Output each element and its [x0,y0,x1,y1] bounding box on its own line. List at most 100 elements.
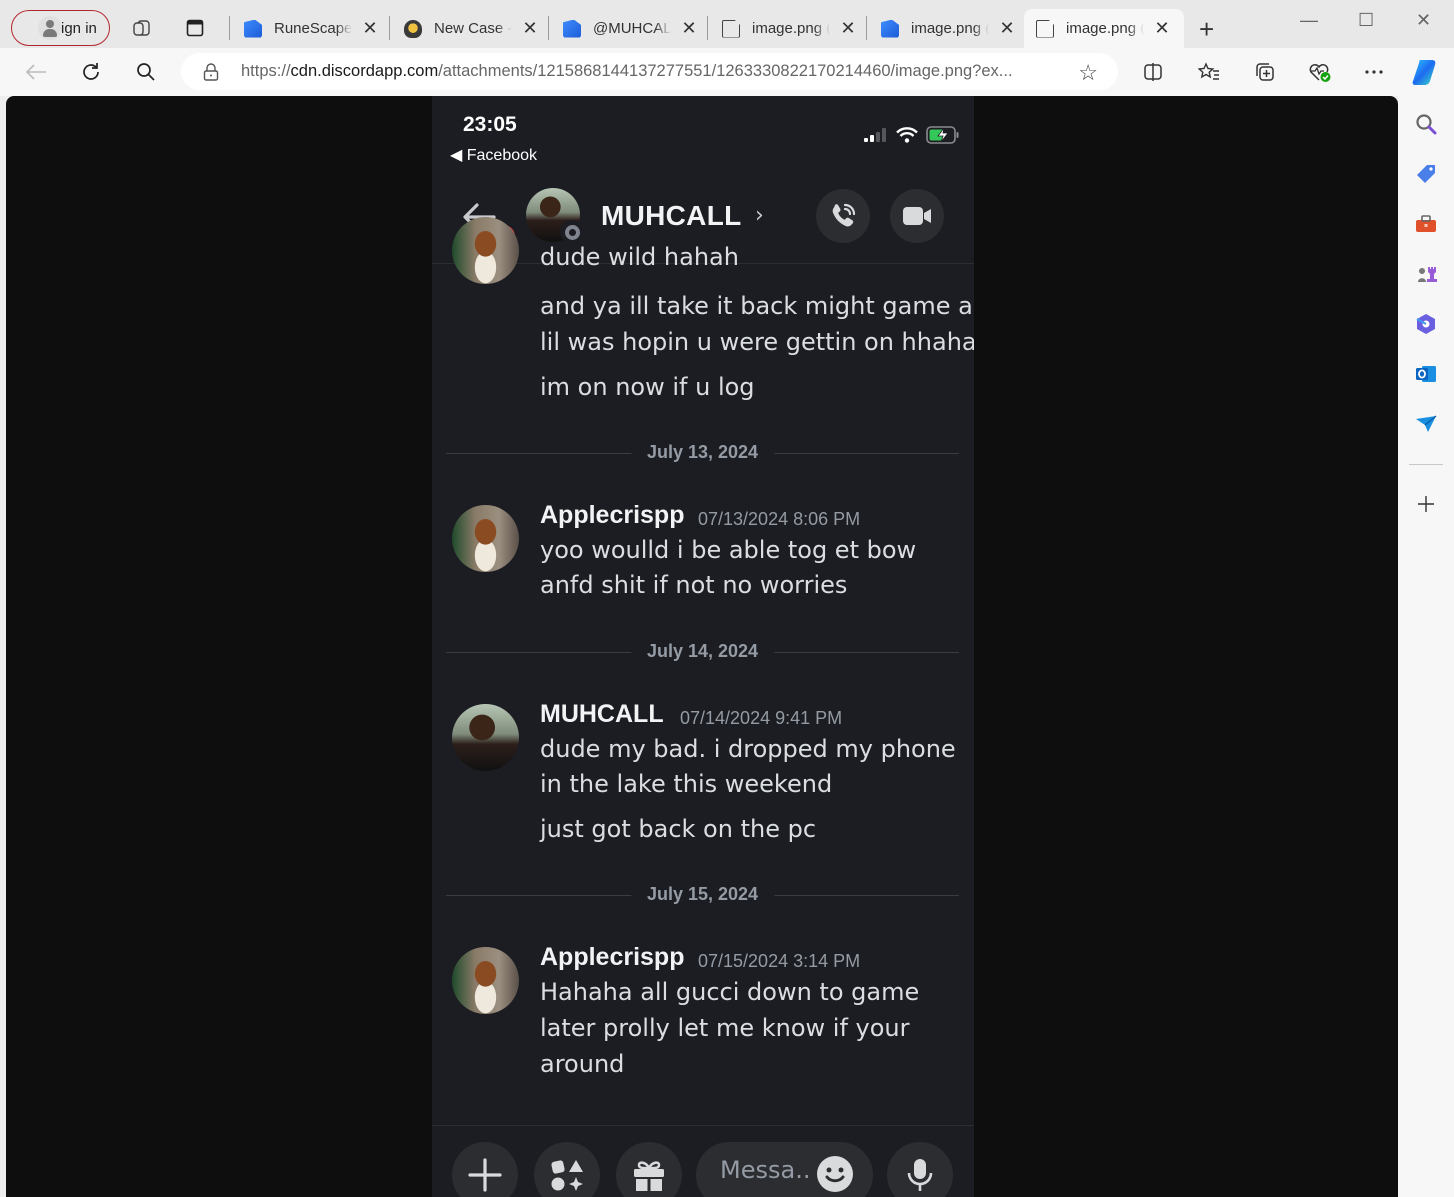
voice-message-button[interactable] [887,1142,953,1197]
close-window-button[interactable]: ✕ [1416,10,1431,31]
workspaces-icon[interactable] [131,17,153,39]
url-text[interactable]: https://cdn.discordapp.com/attachments/1… [241,62,1061,81]
message-text: Hahaha all gucci down to game [540,978,920,1006]
maximize-button[interactable]: ☐ [1358,10,1374,31]
browser-window: Sign in RuneScape ✕ New Case - ✕ @MUHCAL… [0,0,1454,1197]
send-icon[interactable] [1415,413,1437,435]
add-icon[interactable] [1415,493,1437,515]
apps-icon [551,1160,583,1191]
chevron-right-icon[interactable]: › [755,203,764,228]
avatar[interactable] [452,217,519,284]
close-tab-icon[interactable]: ✕ [1154,18,1170,39]
message-author[interactable]: MUHCALL [540,700,664,729]
sidebar-divider [1409,464,1443,465]
wifi-icon [896,127,918,143]
outlook-icon[interactable] [1415,363,1437,385]
avatar[interactable] [452,505,519,572]
battery-charging-icon [926,126,959,144]
avatar[interactable] [452,704,519,771]
lock-icon[interactable] [203,62,219,81]
split-screen-icon[interactable] [1141,60,1165,84]
message-text: im on now if u log [540,373,755,401]
message-timestamp: 07/15/2024 3:14 PM [698,951,861,971]
helmet-icon [404,19,422,38]
emoji-button[interactable] [817,1156,853,1192]
edge-sidebar [1398,96,1454,1197]
tab-title: New Case - [434,20,512,37]
microphone-icon [907,1159,933,1191]
copilot-icon[interactable] [1412,57,1442,87]
tools-icon[interactable] [1415,213,1437,235]
blue-app-icon [244,19,262,38]
message-text: later prolly let me know if your [540,1014,910,1042]
gift-icon [634,1161,664,1191]
tab-image-2[interactable]: image.png ( ✕ [869,9,1025,48]
date-divider: July 13, 2024 [446,442,959,463]
message-text: around [540,1050,625,1078]
message-text: yoo woulld i be able tog et bow [540,536,917,564]
close-tab-icon[interactable]: ✕ [522,18,538,39]
cellular-signal-icon [864,128,886,142]
tab-image-active[interactable]: image.png ( ✕ [1024,9,1184,48]
date-label: July 13, 2024 [630,442,775,463]
close-tab-icon[interactable]: ✕ [840,18,856,39]
favorites-icon[interactable] [1197,60,1221,84]
sign-in-button[interactable]: Sign in [11,10,110,46]
video-call-button[interactable] [890,189,944,243]
close-tab-icon[interactable]: ✕ [681,18,697,39]
search-icon[interactable] [1415,113,1437,135]
tab-title: image.png ( [1066,20,1144,37]
games-icon[interactable] [1415,263,1437,285]
tab-image-1[interactable]: image.png ( ✕ [710,9,866,48]
message-composer [432,1125,974,1197]
close-tab-icon[interactable]: ✕ [362,18,378,39]
video-camera-icon [903,207,931,225]
smiley-icon [825,1167,845,1183]
url-path: /attachments/1215868144137277551/1263330… [438,62,1013,80]
message-text: anfd shit if not no worries [540,571,848,599]
plus-icon [468,1158,502,1192]
add-attachment-button[interactable] [452,1142,518,1197]
vertical-tabs-icon[interactable] [184,17,206,39]
close-tab-icon[interactable]: ✕ [999,18,1015,39]
apps-button[interactable] [534,1142,600,1197]
favorite-star-icon[interactable]: ☆ [1078,60,1098,86]
address-bar[interactable]: https://cdn.discordapp.com/attachments/1… [181,53,1118,90]
search-icon[interactable] [134,60,158,84]
tab-muhcall[interactable]: @MUHCALL ✕ [551,9,707,48]
refresh-button[interactable] [79,60,103,84]
tab-title: RuneScape [274,20,352,37]
gift-button[interactable] [616,1142,682,1197]
message-text: in the lake this weekend [540,770,833,798]
message-text: just got back on the pc [540,815,817,843]
voice-call-button[interactable] [816,189,870,243]
shopping-tag-icon[interactable] [1415,163,1437,185]
message-author[interactable]: Applecrispp [540,501,684,530]
message-text: dude my bad. i dropped my phone [540,735,956,763]
tab-title: image.png ( [752,20,830,37]
profile-icon [38,16,62,40]
url-scheme: https:// [241,62,291,80]
message-list[interactable]: dude wild hahah and ya ill take it back … [432,217,974,1125]
message-input[interactable] [720,1156,810,1184]
minimize-button[interactable]: — [1300,10,1318,31]
new-tab-button[interactable]: + [1199,14,1214,45]
message-timestamp: 07/14/2024 9:41 PM [680,708,843,728]
message-author[interactable]: Applecrispp [540,943,684,972]
tab-new-case[interactable]: New Case - ✕ [392,9,548,48]
avatar[interactable] [452,947,519,1014]
more-icon[interactable] [1362,60,1386,84]
address-toolbar: https://cdn.discordapp.com/attachments/1… [0,48,1454,96]
tab-runescape[interactable]: RuneScape ✕ [232,9,388,48]
browser-essentials-icon[interactable] [1308,60,1332,84]
collections-icon[interactable] [1253,60,1277,84]
document-icon [722,19,740,38]
tab-strip: Sign in RuneScape ✕ New Case - ✕ @MUHCAL… [0,0,1454,48]
blue-app-icon [563,19,581,38]
status-icons [864,126,960,144]
tab-title: image.png ( [911,20,989,37]
microsoft365-icon[interactable] [1415,313,1437,335]
channel-title[interactable]: MUHCALL [601,200,742,232]
date-divider: July 14, 2024 [446,641,959,662]
back-button[interactable] [24,60,48,84]
